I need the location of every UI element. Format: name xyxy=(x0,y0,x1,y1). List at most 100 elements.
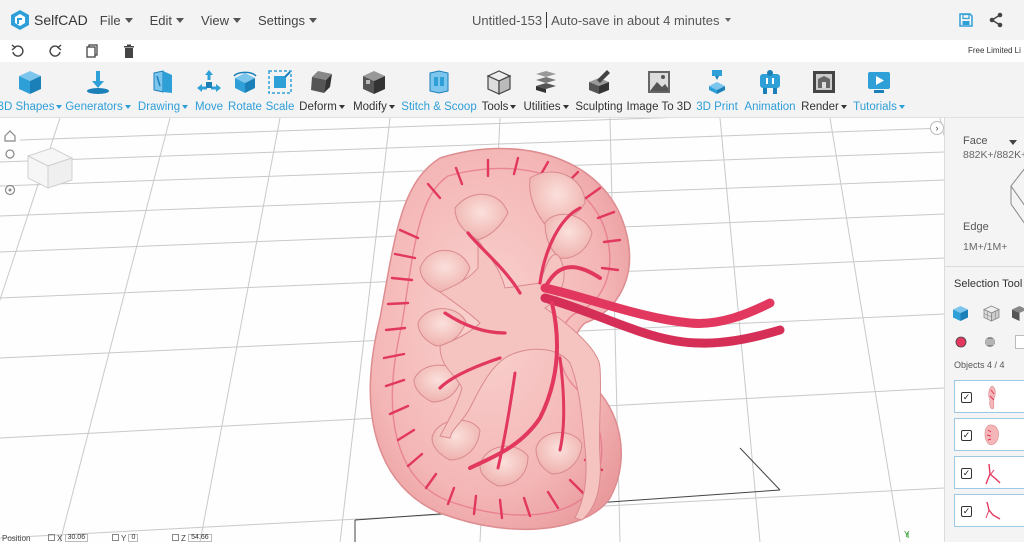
tool-3d-shapes[interactable]: 3D Shapes xyxy=(0,62,63,118)
z-input[interactable]: 54.66 xyxy=(188,534,212,542)
tool-tools-label: Tools xyxy=(481,101,509,113)
tool-utilities-label: Utilities xyxy=(523,101,561,113)
edge-count: 1M+/1M+ xyxy=(963,241,1008,253)
menu-settings[interactable]: Settings xyxy=(258,13,317,28)
tool-label: Render xyxy=(801,101,847,113)
texture-select-icon[interactable] xyxy=(984,336,996,348)
redo-icon[interactable] xyxy=(47,43,63,59)
select-all-checkbox[interactable] xyxy=(1015,335,1024,349)
tool-sculpting[interactable]: Sculpting xyxy=(573,62,625,118)
tool-label: Image To 3D xyxy=(627,101,692,113)
home-icon[interactable] xyxy=(4,130,16,142)
position-label: Position xyxy=(2,534,31,542)
scene-canvas[interactable]: Y xyxy=(0,118,944,542)
y-input[interactable]: 0 xyxy=(128,534,139,542)
tool-deform-label: Deform xyxy=(299,101,337,113)
chevron-down-icon xyxy=(233,17,241,23)
object-thumbnail xyxy=(984,424,999,446)
save-icon[interactable] xyxy=(958,12,974,28)
perspective-icon[interactable] xyxy=(4,184,16,196)
tool-drawing[interactable]: Drawing xyxy=(134,62,192,118)
tool-label: Sculpting xyxy=(575,101,622,113)
document-title[interactable]: Untitled-153 xyxy=(472,13,542,28)
menu-view-label: View xyxy=(201,12,229,28)
menu-settings-label: Settings xyxy=(258,12,305,28)
tool-scale[interactable]: Scale xyxy=(264,62,296,118)
chevron-down-icon xyxy=(308,17,317,23)
navigation-cube[interactable] xyxy=(26,147,74,189)
object-visible-checkbox[interactable]: ✓ xyxy=(961,430,972,441)
chevron-down-icon[interactable] xyxy=(1009,140,1017,145)
edge-label: Edge xyxy=(963,221,989,233)
object-visible-checkbox[interactable]: ✓ xyxy=(961,506,972,517)
history-bar: Free Limited Li xyxy=(0,40,1024,62)
chevron-down-icon[interactable] xyxy=(724,18,731,22)
face-select-icon[interactable] xyxy=(983,305,1000,322)
kidney-model[interactable] xyxy=(369,147,785,531)
menu-edit[interactable]: Edit xyxy=(150,13,185,28)
tool-modify-label: Modify xyxy=(353,101,387,113)
object-list-item[interactable]: ✓ xyxy=(954,418,1024,451)
tool-move[interactable]: Move xyxy=(192,62,226,118)
chevron-down-icon xyxy=(840,105,847,109)
tool-label: Utilities xyxy=(523,101,569,113)
chevron-down-icon xyxy=(388,105,395,109)
tool-animation[interactable]: Animation xyxy=(741,62,799,118)
tool-modify[interactable]: Modify xyxy=(349,62,399,118)
menu-view[interactable]: View xyxy=(201,13,241,28)
checkbox-x[interactable] xyxy=(48,534,55,541)
position-y-group[interactable]: Y 0 xyxy=(112,534,139,542)
app-logo[interactable]: SelfCAD xyxy=(10,0,88,40)
stitch-scoop-icon xyxy=(429,70,449,94)
drawing-icon xyxy=(153,70,172,93)
checkbox-y[interactable] xyxy=(112,534,119,541)
tool-label: Stitch & Scoop xyxy=(401,101,476,113)
delete-icon[interactable] xyxy=(121,43,137,59)
object-select-icon[interactable] xyxy=(952,305,969,322)
3d-viewport[interactable]: Y › xyxy=(0,118,944,542)
tool-utilities[interactable]: Utilities xyxy=(520,62,572,118)
tool-image-to-3d[interactable]: Image To 3D xyxy=(626,62,692,118)
tool-label: 3D Print xyxy=(696,101,738,113)
edge-select-icon[interactable] xyxy=(1011,305,1024,322)
position-z-group[interactable]: Z 54.66 xyxy=(172,534,212,542)
modify-icon xyxy=(363,71,385,94)
animation-icon xyxy=(760,70,780,94)
fit-view-icon[interactable] xyxy=(4,148,16,160)
checkbox-z[interactable] xyxy=(172,534,179,541)
object-visible-checkbox[interactable]: ✓ xyxy=(961,468,972,479)
tool-label: 3D Shapes xyxy=(0,101,63,113)
copy-icon[interactable] xyxy=(84,43,100,59)
z-label: Z xyxy=(181,534,186,542)
tool-stitch-scoop[interactable]: Stitch & Scoop xyxy=(400,62,478,118)
color-select-icon[interactable] xyxy=(955,336,967,348)
rotate-icon xyxy=(233,71,257,93)
x-input[interactable]: 30.06 xyxy=(64,534,89,542)
panel-divider xyxy=(945,266,1024,267)
object-visible-checkbox[interactable]: ✓ xyxy=(961,392,972,403)
tool-rotate[interactable]: Rotate xyxy=(226,62,264,118)
document-title-area[interactable]: Untitled-153 Auto-save in about 4 minute… xyxy=(472,12,731,28)
position-x-group[interactable]: X 30.06 xyxy=(48,534,89,542)
3d-print-icon xyxy=(709,70,725,94)
tutorials-icon xyxy=(868,72,890,93)
chevron-down-icon xyxy=(510,105,517,109)
tool-tutorials[interactable]: Tutorials xyxy=(850,62,908,118)
object-list-item[interactable]: ✓ xyxy=(954,456,1024,489)
object-list-item[interactable]: ✓ xyxy=(954,380,1024,413)
tool-image-to-3d-label: Image To 3D xyxy=(626,101,692,113)
tool-label: Generators xyxy=(65,101,131,113)
share-icon[interactable] xyxy=(988,12,1004,28)
tool-stitch-scoop-label: Stitch & Scoop xyxy=(401,101,477,113)
tool-render[interactable]: Render xyxy=(799,62,849,118)
tool-tools[interactable]: Tools xyxy=(479,62,519,118)
collapse-panel-button[interactable]: › xyxy=(930,121,944,135)
menu-file[interactable]: File xyxy=(100,13,133,28)
object-list-item[interactable]: ✓ xyxy=(954,494,1024,527)
plan-label[interactable]: Free Limited Li xyxy=(968,46,1021,55)
x-label: X xyxy=(57,534,63,542)
undo-icon[interactable] xyxy=(10,43,26,59)
tool-deform[interactable]: Deform xyxy=(296,62,348,118)
tool-generators[interactable]: Generators xyxy=(63,62,133,118)
tool-3d-print[interactable]: 3D Print xyxy=(693,62,741,118)
